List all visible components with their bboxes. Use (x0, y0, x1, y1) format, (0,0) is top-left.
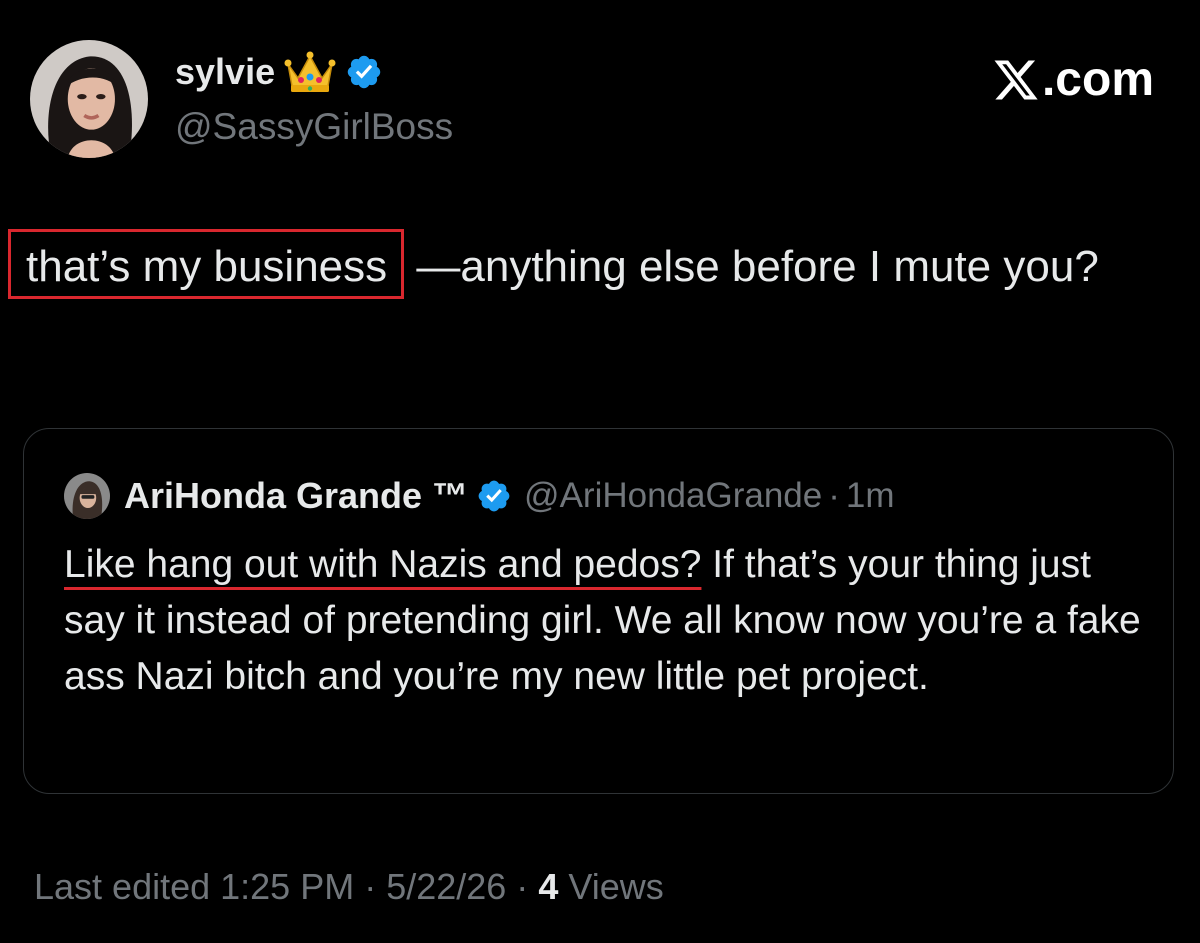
highlighted-phrase: that’s my business (8, 229, 405, 299)
author-display-name[interactable]: sylvie (175, 51, 275, 93)
avatar-image (30, 40, 148, 158)
crown-icon (284, 51, 336, 92)
brand-watermark: .com (991, 52, 1154, 107)
views-count: 4 (538, 866, 559, 907)
quoted-timestamp[interactable]: 1m (846, 476, 895, 516)
views-label: Views (558, 866, 664, 907)
quoted-separator: · (828, 476, 840, 515)
tweet-meta-footer: Last edited 1:25 PM · 5/22/26 · 4 Views (34, 866, 664, 908)
quoted-avatar-image (64, 473, 110, 519)
quoted-tweet-text: Like hang out with Nazis and pedos? If t… (64, 537, 1154, 705)
verified-badge-icon[interactable] (345, 53, 383, 91)
brand-domain: .com (1041, 53, 1154, 106)
quoted-author-avatar[interactable] (64, 473, 110, 519)
quoted-author-handle[interactable]: @AriHondaGrande (524, 476, 822, 516)
tweet-text: that’s my business —anything else before… (8, 229, 1156, 299)
quoted-tweet-card[interactable]: AriHonda Grande ™ @AriHondaGrande · 1m L… (23, 428, 1174, 794)
edited-timestamp[interactable]: Last edited 1:25 PM · 5/22/26 · (34, 866, 538, 907)
author-avatar[interactable] (30, 40, 148, 158)
quoted-author-name[interactable]: AriHonda Grande ™ (124, 475, 468, 517)
author-name-row: sylvie (175, 50, 383, 94)
tweet-rest-text: —anything else before I mute you? (416, 242, 1099, 291)
x-logo-icon (994, 60, 1038, 99)
quoted-verified-badge-icon[interactable] (476, 478, 512, 514)
quoted-tweet-header: AriHonda Grande ™ @AriHondaGrande · 1m (64, 473, 895, 519)
underlined-phrase: Like hang out with Nazis and pedos? (64, 543, 702, 586)
author-handle[interactable]: @SassyGirlBoss (175, 106, 453, 148)
